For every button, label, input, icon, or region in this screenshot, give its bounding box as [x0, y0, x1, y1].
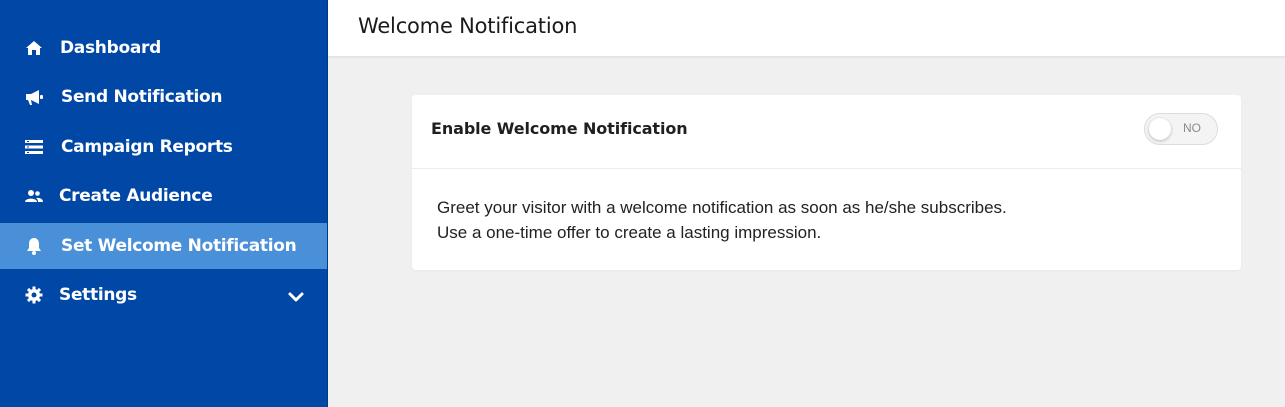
users-icon — [24, 186, 44, 206]
card-header: Enable Welcome Notification NO — [412, 95, 1241, 169]
gear-icon — [24, 285, 44, 305]
welcome-notification-card: Enable Welcome Notification NO Greet you… — [412, 95, 1241, 270]
sidebar-item-label: Dashboard — [60, 38, 161, 58]
sidebar: Dashboard Send Notification Campaign Rep… — [0, 0, 328, 407]
home-icon — [24, 38, 44, 58]
sidebar-item-dashboard[interactable]: Dashboard — [0, 25, 327, 71]
report-list-icon — [24, 137, 44, 157]
toggle-state-label: NO — [1183, 121, 1201, 135]
page-title: Welcome Notification — [358, 14, 578, 38]
sidebar-item-set-welcome-notification[interactable]: Set Welcome Notification — [0, 223, 327, 269]
enable-welcome-notification-toggle[interactable]: NO — [1144, 113, 1218, 145]
toggle-knob — [1149, 118, 1171, 140]
description-line: Use a one-time offer to create a lasting… — [437, 223, 822, 242]
sidebar-item-label: Send Notification — [61, 87, 223, 107]
card-description: Greet your visitor with a welcome notifi… — [437, 195, 1217, 245]
sidebar-item-campaign-reports[interactable]: Campaign Reports — [0, 124, 327, 170]
sidebar-item-label: Campaign Reports — [61, 137, 233, 157]
card-title: Enable Welcome Notification — [431, 119, 688, 138]
sidebar-item-settings[interactable]: Settings — [0, 272, 327, 318]
sidebar-item-send-notification[interactable]: Send Notification — [0, 74, 327, 120]
sidebar-item-label: Set Welcome Notification — [61, 236, 297, 256]
chevron-down-icon[interactable] — [287, 289, 305, 303]
bell-icon — [24, 236, 44, 256]
page-header: Welcome Notification — [328, 0, 1285, 57]
sidebar-item-label: Settings — [59, 285, 137, 305]
megaphone-icon — [24, 87, 44, 107]
brand-logo[interactable] — [40, 0, 200, 4]
sidebar-item-create-audience[interactable]: Create Audience — [0, 173, 327, 219]
sidebar-item-label: Create Audience — [59, 186, 213, 206]
description-line: Greet your visitor with a welcome notifi… — [437, 198, 1007, 217]
